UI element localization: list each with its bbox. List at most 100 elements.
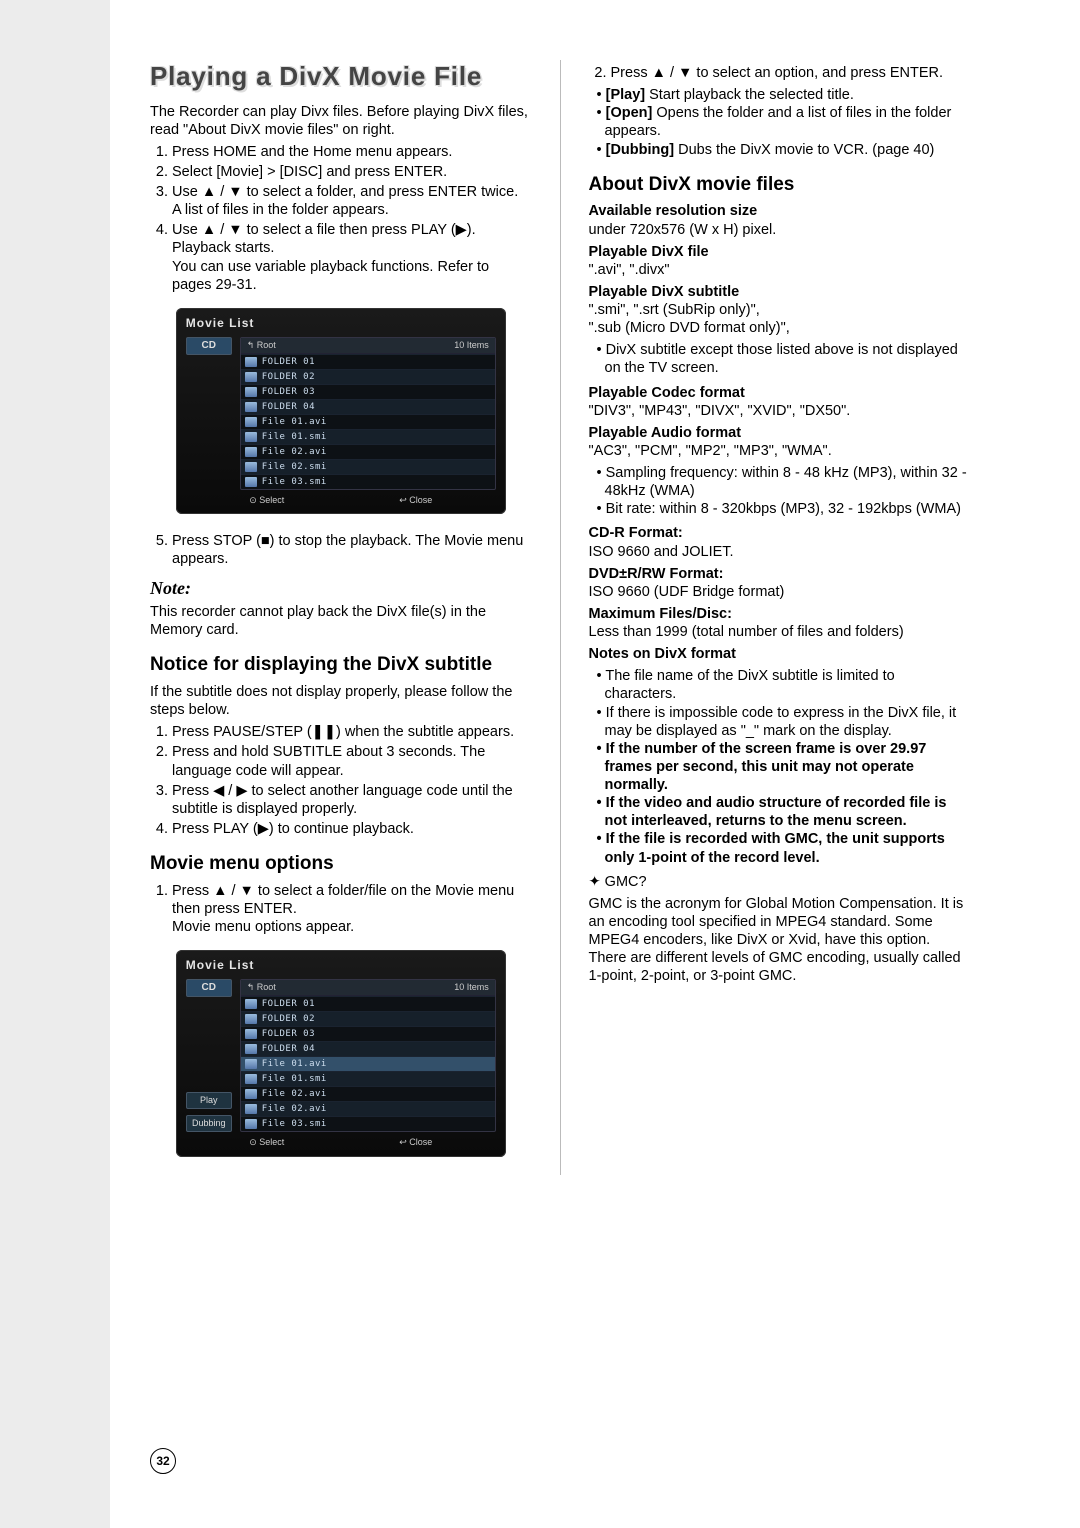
- about-heading: About DivX movie files: [589, 173, 971, 197]
- option-play: [Play] Start playback the selected title…: [589, 86, 971, 104]
- folder-icon: [245, 402, 257, 412]
- folder-icon: [245, 1044, 257, 1054]
- sub-step-3: Press ◀ / ▶ to select another language c…: [172, 782, 532, 818]
- panel2-select-hint: ⊙ Select: [249, 1137, 284, 1148]
- file-icon: [245, 432, 257, 442]
- menu-step-1: Press ▲ / ▼ to select a folder/file on t…: [172, 882, 532, 936]
- about-sub: Playable DivX subtitle ".smi", ".srt (Su…: [589, 283, 971, 337]
- step-3: Use ▲ / ▼ to select a folder, and press …: [172, 183, 532, 219]
- about-codec: Playable Codec format"DIV3", "MP43", "DI…: [589, 384, 971, 420]
- page-title: Playing a DivX Movie File: [150, 60, 532, 93]
- left-column: Playing a DivX Movie File The Recorder c…: [150, 60, 532, 1175]
- file-icon: [245, 1119, 257, 1129]
- sub-step-2: Press and hold SUBTITLE about 3 seconds.…: [172, 743, 532, 779]
- note-text: This recorder cannot play back the DivX …: [150, 603, 532, 639]
- about-sub-note: DivX subtitle except those listed above …: [589, 341, 971, 377]
- subtitle-heading: Notice for displaying the DivX subtitle: [150, 653, 532, 677]
- about-max: Maximum Files/Disc:Less than 1999 (total…: [589, 605, 971, 641]
- main-steps-list-cont: Press STOP (■) to stop the playback. The…: [150, 532, 532, 568]
- about-file: Playable DivX file".avi", ".divx": [589, 243, 971, 279]
- list-item: File 03.smi: [262, 475, 327, 489]
- list-item: FOLDER 03: [262, 385, 315, 399]
- list-item: FOLDER 02: [262, 370, 315, 384]
- menu-heading: Movie menu options: [150, 852, 532, 876]
- list-item: File 02.smi: [262, 460, 327, 474]
- list-item: FOLDER 04: [262, 400, 315, 414]
- panel1-disc-type: CD: [186, 337, 232, 355]
- about-notes-list: The file name of the DivX subtitle is li…: [589, 667, 971, 866]
- panel1-file-list: ↰ Root 10 Items FOLDER 01 FOLDER 02 FOLD…: [240, 337, 496, 490]
- panel2-option-play: Play: [186, 1092, 232, 1109]
- right-column: Press ▲ / ▼ to select an option, and pre…: [589, 60, 971, 1175]
- intro-paragraph: The Recorder can play Divx files. Before…: [150, 103, 532, 139]
- list-item: File 02.avi: [262, 1087, 327, 1101]
- panel1-title: Movie List: [186, 316, 496, 331]
- step-2: Select [Movie] > [DISC] and press ENTER.: [172, 163, 532, 181]
- list-item: FOLDER 01: [262, 997, 315, 1011]
- list-item: File 01.avi: [262, 415, 327, 429]
- main-steps-list: Press HOME and the Home menu appears. Se…: [150, 143, 532, 294]
- option-open: [Open] Opens the folder and a list of fi…: [589, 104, 971, 140]
- about-audio-bullets: Sampling frequency: within 8 - 48 kHz (M…: [589, 464, 971, 518]
- list-item: FOLDER 04: [262, 1042, 315, 1056]
- right-step2: Press ▲ / ▼ to select an option, and pre…: [589, 64, 971, 82]
- list-item: File 01.smi: [262, 1072, 327, 1086]
- folder-icon: [245, 1014, 257, 1024]
- folder-icon: [245, 999, 257, 1009]
- step-4: Use ▲ / ▼ to select a file then press PL…: [172, 221, 532, 294]
- panel2-disc-type: CD: [186, 979, 232, 997]
- note-heading: Note:: [150, 577, 532, 600]
- folder-icon: [245, 387, 257, 397]
- file-icon: [245, 1104, 257, 1114]
- panel1-close-hint: ↩ Close: [399, 495, 432, 506]
- list-item: File 02.avi: [262, 1102, 327, 1116]
- about-dvd: DVD±R/RW Format:ISO 9660 (UDF Bridge for…: [589, 565, 971, 601]
- sub-step-1: Press PAUSE/STEP (❚❚) when the subtitle …: [172, 723, 532, 741]
- list-item: FOLDER 01: [262, 355, 315, 369]
- gmc-question: ✦ GMC?: [589, 873, 971, 891]
- two-column-content: Playing a DivX Movie File The Recorder c…: [150, 60, 970, 1175]
- panel2-root: ↰ Root: [247, 982, 276, 993]
- list-item: FOLDER 02: [262, 1012, 315, 1026]
- list-item: File 03.smi: [262, 1117, 327, 1131]
- about-notes-heading: Notes on DivX format: [589, 645, 971, 663]
- options-bullets: [Play] Start playback the selected title…: [589, 86, 971, 159]
- gmc-answer: GMC is the acronym for Global Motion Com…: [589, 895, 971, 986]
- subtitle-intro: If the subtitle does not display properl…: [150, 683, 532, 719]
- page-number: 32: [150, 1448, 176, 1474]
- list-item: File 02.avi: [262, 445, 327, 459]
- file-icon: [245, 1089, 257, 1099]
- movie-list-screenshot-2: Movie List CD Play Dubbing ↰ Root 10 Ite…: [176, 950, 506, 1157]
- panel1-root: ↰ Root: [247, 340, 276, 351]
- about-cdr: CD-R Format:ISO 9660 and JOLIET.: [589, 524, 971, 560]
- file-icon: [245, 1059, 257, 1069]
- right-step-2: Press ▲ / ▼ to select an option, and pre…: [611, 64, 971, 82]
- folder-icon: [245, 372, 257, 382]
- file-icon: [245, 477, 257, 487]
- manual-page: Playing a DivX Movie File The Recorder c…: [0, 0, 1080, 1528]
- panel2-close-hint: ↩ Close: [399, 1137, 432, 1148]
- movie-list-screenshot-1: Movie List CD ↰ Root 10 Items FOLDER 01 …: [176, 308, 506, 515]
- panel2-file-list: ↰ Root 10 Items FOLDER 01 FOLDER 02 FOLD…: [240, 979, 496, 1132]
- list-item: File 01.smi: [262, 430, 327, 444]
- list-item: File 01.avi: [262, 1057, 327, 1071]
- file-icon: [245, 447, 257, 457]
- sub-step-4: Press PLAY (▶) to continue playback.: [172, 820, 532, 838]
- step-1: Press HOME and the Home menu appears.: [172, 143, 532, 161]
- file-icon: [245, 462, 257, 472]
- folder-icon: [245, 1029, 257, 1039]
- left-margin-band: [0, 0, 110, 1528]
- folder-icon: [245, 357, 257, 367]
- menu-steps: Press ▲ / ▼ to select a folder/file on t…: [150, 882, 532, 936]
- panel2-title: Movie List: [186, 958, 496, 973]
- column-divider: [560, 60, 561, 1175]
- panel2-count: 10 Items: [454, 982, 489, 993]
- panel2-option-dubbing: Dubbing: [186, 1115, 232, 1132]
- about-res: Available resolution sizeunder 720x576 (…: [589, 202, 971, 238]
- panel1-count: 10 Items: [454, 340, 489, 351]
- panel1-select-hint: ⊙ Select: [249, 495, 284, 506]
- file-icon: [245, 1074, 257, 1084]
- step-5: Press STOP (■) to stop the playback. The…: [172, 532, 532, 568]
- file-icon: [245, 417, 257, 427]
- option-dubbing: [Dubbing] Dubs the DivX movie to VCR. (p…: [589, 141, 971, 159]
